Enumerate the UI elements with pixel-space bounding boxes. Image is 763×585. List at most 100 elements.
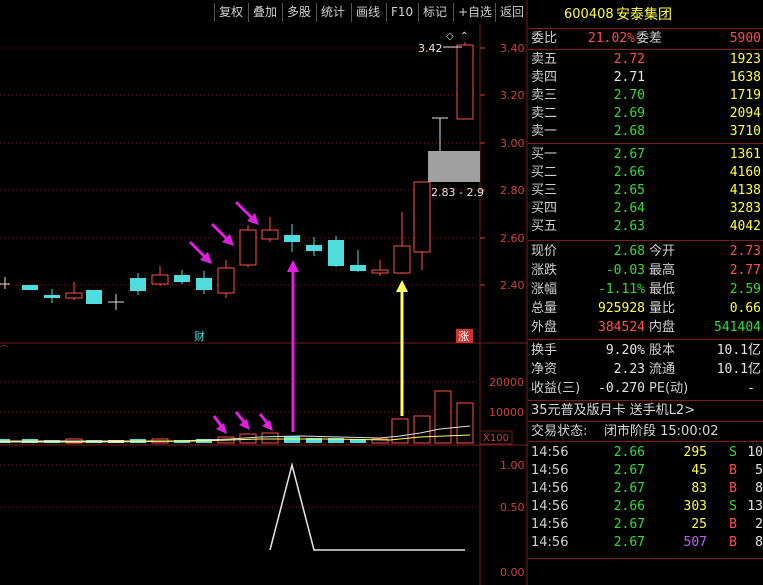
trade-status-row: 交易状态: 闭市阶段 15:00:02 (528, 423, 763, 441)
price-tick: 2.40 (500, 279, 525, 292)
trade-count: 2 (755, 517, 763, 532)
trade-time: 14:56 (531, 445, 569, 460)
trade-volume: 25 (691, 517, 707, 532)
bid-volume: 1361 (729, 147, 761, 162)
left-scroll-marker: ⌒ (0, 345, 8, 354)
price-axis: 3.40 3.20 3.00 2.80 2.60 2.40 (500, 42, 525, 292)
fund-value: - (747, 381, 755, 396)
quote-value: 0.66 (729, 301, 761, 316)
fund-row-turnover: 换手 9.20% 股本 10.1亿 (528, 342, 763, 360)
ask-label: 卖二 (531, 106, 558, 121)
ask-volume: 1719 (729, 88, 761, 103)
fund-label: PE(动) (649, 381, 689, 396)
quote-panel: 600408 安泰集团 委比 21.02% 委差 5900 卖五 2.72 19… (528, 0, 763, 585)
bid-row-3: 买三 2.65 4138 (528, 182, 763, 200)
tick-trade-row: 14:56 2.67 45 B 5 (528, 462, 763, 480)
indicator-axis: 1.00 0.50 0.00 (500, 459, 525, 579)
quote-value: 384524 (598, 320, 645, 335)
ask-label: 卖一 (531, 124, 558, 139)
trade-count: 13 (747, 499, 763, 514)
volume-axis: 20000 10000 (489, 376, 524, 419)
ask-price: 2.71 (613, 70, 645, 85)
ask-volume: 1638 (729, 70, 761, 85)
trade-status-value: 闭市阶段 15:00:02 (604, 424, 719, 439)
promo-text: 35元普及版月卡 送手机L2> (531, 403, 696, 418)
quote-value: 925928 (598, 301, 645, 316)
trade-time: 14:56 (531, 535, 569, 550)
trade-price: 2.67 (613, 463, 645, 478)
trade-time: 14:56 (531, 499, 569, 514)
ask-label: 卖四 (531, 70, 558, 85)
indicator-tick: 0.50 (500, 501, 525, 514)
trade-volume: 83 (691, 481, 707, 496)
ask-row-1: 卖一 2.68 3710 (528, 123, 763, 141)
trade-volume: 45 (691, 463, 707, 478)
fund-label: 股本 (649, 343, 676, 358)
indicator-signal-line (269, 462, 465, 551)
trade-volume: 507 (683, 535, 707, 550)
bid-price: 2.63 (613, 219, 645, 234)
bid-volume: 4138 (729, 183, 761, 198)
quote-label: 涨跌 (531, 263, 558, 278)
bid-row-5: 买五 2.63 4042 (528, 218, 763, 236)
trade-volume: 295 (683, 445, 707, 460)
weibi-row: 委比 21.02% 委差 5900 (528, 30, 763, 48)
quote-row-price: 现价 2.68 今开 2.73 (528, 243, 763, 261)
ask-price: 2.72 (613, 52, 645, 67)
annotation-arrow-yellow (396, 280, 408, 416)
trade-side: B (729, 463, 737, 478)
fund-value: 9.20% (605, 343, 645, 358)
bid-price: 2.65 (613, 183, 645, 198)
bid-label: 买四 (531, 201, 558, 216)
bid-volume: 3283 (729, 201, 761, 216)
ask-volume: 2094 (729, 106, 761, 121)
tick-trade-row: 14:56 2.66 295 S 10 (528, 444, 763, 462)
trade-side: B (729, 481, 737, 496)
quote-value: 541404 (714, 320, 761, 335)
quote-label: 最高 (649, 263, 676, 278)
quote-row-outer: 外盘 384524 内盘 541404 (528, 319, 763, 337)
fund-label: 净资 (531, 362, 558, 377)
trade-side: B (729, 517, 737, 532)
trade-time: 14:56 (531, 481, 569, 496)
quote-value: 2.59 (729, 282, 761, 297)
ask-price: 2.69 (613, 106, 645, 121)
ask-row-4: 卖四 2.71 1638 (528, 69, 763, 87)
bid-label: 买一 (531, 147, 558, 162)
fund-value: 10.1亿 (716, 343, 761, 358)
kline-chart-area[interactable]: 3.40 3.20 3.00 2.80 2.60 2.40 20000 1000… (0, 0, 528, 585)
stock-code: 600408 (564, 7, 614, 22)
caibao-marker[interactable]: 财 (194, 329, 205, 343)
price-range-highlight (428, 151, 480, 182)
trade-side: B (729, 535, 737, 550)
trade-status-label: 交易状态: (531, 424, 588, 439)
promo-banner-link[interactable]: 35元普及版月卡 送手机L2> (528, 402, 763, 420)
trade-price: 2.67 (613, 481, 645, 496)
trade-count: 5 (755, 463, 763, 478)
quote-label: 最低 (649, 282, 676, 297)
trade-price: 2.67 (613, 535, 645, 550)
ask-price: 2.68 (613, 124, 645, 139)
diamond-icon: ◇ (446, 31, 454, 42)
stock-name: 安泰集团 (616, 7, 672, 23)
indicator-tick: 0.00 (500, 566, 525, 579)
tick-trade-row: 14:56 2.66 303 S 13 (528, 498, 763, 516)
indicator-tick: 1.00 (500, 459, 525, 472)
tick-trade-list[interactable]: 14:56 2.66 295 S 10 14:56 2.67 45 B 5 14… (528, 444, 763, 554)
stock-header: 600408 安泰集团 (528, 5, 763, 25)
ask-price: 2.70 (613, 88, 645, 103)
volume-unit-label: X100 (483, 433, 509, 444)
quote-label: 现价 (531, 244, 558, 259)
fund-value: 10.1亿 (716, 362, 761, 377)
bid-row-2: 买二 2.66 4160 (528, 164, 763, 182)
bid-row-4: 买四 2.64 3283 (528, 200, 763, 218)
bid-row-1: 买一 2.67 1361 (528, 146, 763, 164)
bid-label: 买二 (531, 165, 558, 180)
bid-volume: 4160 (729, 165, 761, 180)
fund-label: 流通 (649, 362, 676, 377)
price-tick: 3.00 (500, 137, 525, 150)
trade-price: 2.67 (613, 517, 645, 532)
quote-value: -0.03 (605, 263, 645, 278)
fund-value: -0.270 (598, 381, 645, 396)
ask-row-2: 卖二 2.69 2094 (528, 105, 763, 123)
